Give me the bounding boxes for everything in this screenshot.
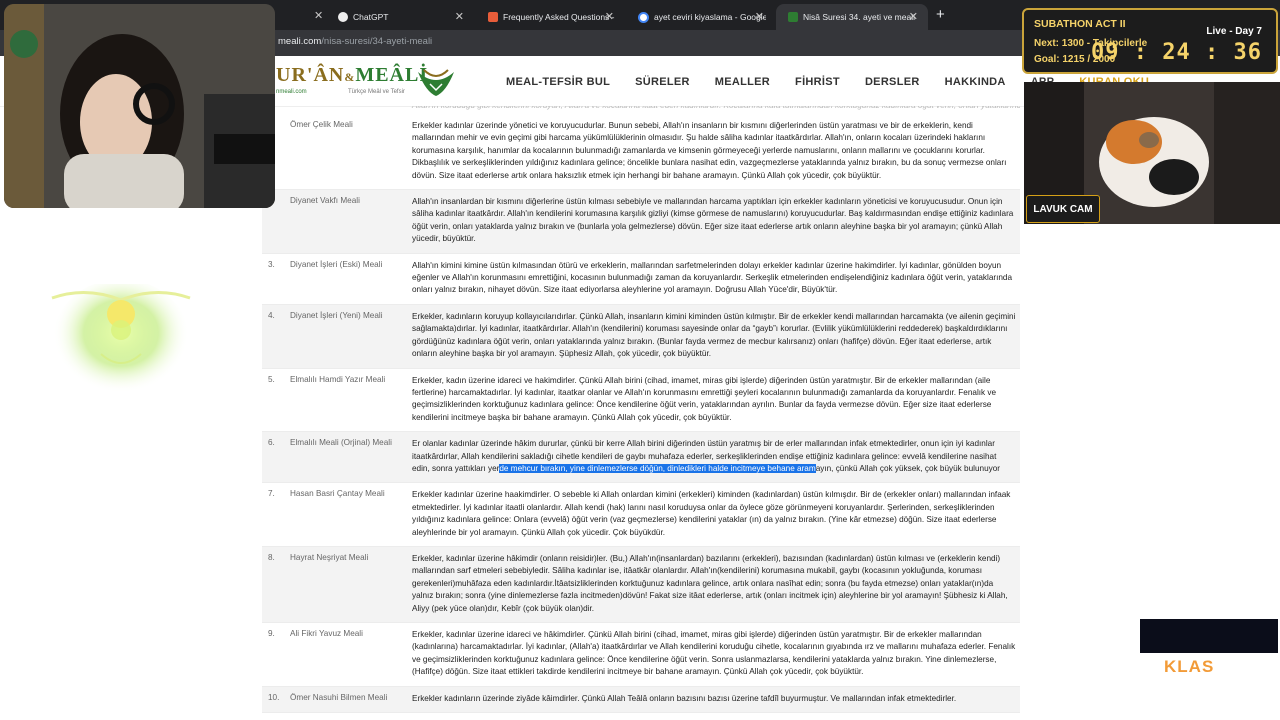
nav-meal-tefsir-bul[interactable]: MEAL-TEFSİR BUL [506,76,610,88]
tab-label: Frequently Asked Questions - U [503,12,615,22]
translator-name[interactable]: Ömer Nasuhi Bilmen Meali [290,693,412,705]
nav-dersler[interactable]: DERSLER [865,76,920,88]
translation-text: Erkekler, kadın üzerine idareci ve hakim… [412,375,997,422]
tab-label: ChatGPT [353,12,389,22]
row-number: 4. [268,310,275,320]
selected-text-highlight[interactable]: de mehcur bırakın, yine dinlemezlerse dö… [499,463,816,473]
klas-label: KLAS [1164,657,1215,676]
row-number: 3. [268,259,275,269]
translations-table: Allah'ın koruduğu gibi kendilerini koruy… [262,106,1020,720]
table-row: 9. Ali Fikri Yavuz Meali Erkekler, kadın… [262,623,1020,687]
open-book-icon [418,69,454,96]
close-tab-icon[interactable]: ✕ [755,10,764,23]
chatgpt-icon [338,12,348,22]
row-number: 8. [268,552,275,562]
google-icon [638,11,649,23]
table-row: 8. Hayrat Neşriyat Meali Erkekler, kadın… [262,546,1020,623]
translator-name[interactable]: Hasan Basri Çantay Meali [290,489,412,539]
subathon-title: SUBATHON ACT II [1034,18,1126,30]
translator-name[interactable]: Diyanet İşleri (Eski) Meali [290,260,412,297]
table-row: 5. Elmalılı Hamdi Yazır Meali Erkekler, … [262,369,1020,433]
subathon-live-day: Live - Day 7 [1206,26,1262,37]
close-tab-icon[interactable]: ✕ [314,9,323,22]
tab-label: ayet ceviri kiyaslama - Google'd [654,12,766,22]
url-text[interactable]: meali.com/nisa-suresi/34-ayeti-meali [278,36,432,47]
translator-name[interactable]: Elmalılı Hamdi Yazır Meali [290,375,412,425]
translation-text: Erkekler kadınlar üzerinde yönetici ve k… [412,121,1007,180]
table-row: 3. Diyanet İşleri (Eski) Meali Allah'ın … [262,254,1020,305]
row-number: 9. [268,629,275,638]
translation-text: Allah'ın kimini kimine üstün kılmasından… [412,260,1013,295]
close-tab-icon[interactable]: ✕ [909,10,918,23]
subathon-panel: SUBATHON ACT II Live - Day 7 Next: 1300 … [1022,8,1278,74]
cutoff-text-line: Allah'ın koruduğu gibi kendilerini koruy… [262,106,1020,118]
tab-chatgpt[interactable]: ChatGPT ✕ [326,4,474,30]
streamer-webcam [4,4,275,208]
translator-name[interactable]: Elmalılı Meali (Orjinal) Meali [290,438,412,475]
table-row: 7. Hasan Basri Çantay Meali Erkekler kad… [262,483,1020,547]
close-tab-icon[interactable]: ✕ [605,10,614,23]
webcam-image [4,4,275,208]
site-logo[interactable]: UR'ÂN&MEÂLİ nmeali.com Türkçe Meâl ve Te… [276,64,456,100]
translator-name[interactable]: Ömer Çelik Meali [290,120,412,182]
table-row: Ömer Çelik Meali Erkekler kadınlar üzeri… [262,118,1020,191]
logo-tagline: Türkçe Meâl ve Tefsir [348,89,405,95]
translator-name[interactable]: Diyanet İşleri (Yeni) Meali [290,311,412,361]
translation-text: Erkekler, kadınlar üzerine idareci ve hâ… [412,630,1016,677]
translation-text: Erkekler, kadınlar üzerine hâkimdir (onl… [412,553,1008,613]
logo-domain: nmeali.com [276,89,307,95]
site-favicon-icon [788,12,798,22]
glowing-ornament-decoration [51,284,191,399]
translator-name[interactable]: Ali Fikri Yavuz Meali [290,629,412,679]
row-number: 10. [268,692,280,702]
new-tab-icon[interactable]: + [936,6,945,23]
nav-fihrist[interactable]: FİHRİST [795,76,840,88]
close-tab-icon[interactable]: ✕ [455,10,464,23]
row-number: 5. [268,374,275,384]
tab-nisa-suresi[interactable]: Nisâ Suresi 34. ayeti ve meali | K ✕ [776,4,928,30]
table-row: 6. Elmalılı Meali (Orjinal) Meali Er ola… [262,432,1020,484]
cam-label: LAVUK CAM [1026,195,1100,223]
tab-label: Nisâ Suresi 34. ayeti ve meali | K [803,12,915,22]
table-row: 2. Diyanet Vakfı Meali Allah'ın insanlar… [262,190,1020,254]
nav-mealler[interactable]: MEALLER [715,76,770,88]
translation-text: Allah'ın insanlardan bir kısmını diğerle… [412,197,1014,244]
translator-name[interactable]: Diyanet Vakfı Meali [290,196,412,246]
translation-text: Erkekler kadınların üzerinde ziyâde kâim… [412,693,957,703]
table-row: 4. Diyanet İşleri (Yeni) Meali Erkekler,… [262,304,1020,369]
site-favicon-icon [488,12,498,22]
table-row: 10. Ömer Nasuhi Bilmen Meali Erkekler ka… [262,686,1020,714]
tab-google[interactable]: ayet ceviri kiyaslama - Google'd ✕ [626,4,774,30]
row-number: 7. [268,489,275,499]
translation-text: Erkekler kadınlar üzerine haakimdirler. … [412,490,1011,537]
subathon-timer: 09 : 24 : 36 [1091,40,1262,65]
row-number: 6. [268,438,275,448]
translation-text[interactable]: Er olanlar kadınlar üzerinde hâkim durur… [412,438,1020,475]
translator-name[interactable]: Hayrat Neşriyat Meali [290,553,412,615]
nav-hakkinda[interactable]: HAKKINDA [945,76,1006,88]
tab-faq[interactable]: Frequently Asked Questions - U ✕ [476,4,624,30]
overlay-box [1140,619,1278,653]
translation-text: Erkekler, kadınların koruyup kollayıcıla… [412,311,1016,359]
nav-sureler[interactable]: SÜRELER [635,76,690,88]
